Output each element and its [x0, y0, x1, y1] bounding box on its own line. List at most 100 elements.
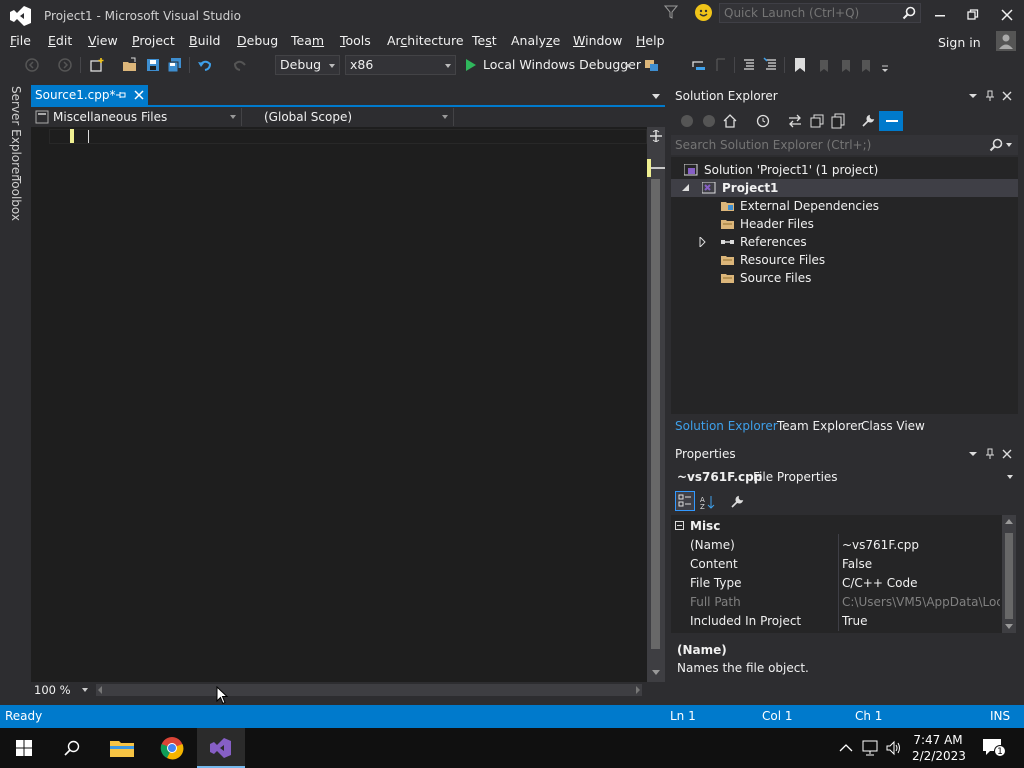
menu-analyze[interactable]: Analyze	[511, 33, 560, 48]
editor-vertical-scrollbar[interactable]	[647, 127, 665, 682]
system-clock[interactable]: 7:47 AM 2/2/2023	[912, 732, 966, 764]
property-pages-wrench-icon[interactable]	[729, 494, 745, 510]
pin-icon[interactable]	[115, 89, 127, 101]
close-panel-icon[interactable]	[1001, 448, 1013, 460]
navigate-forward-icon[interactable]	[57, 57, 73, 73]
uncomment-lines-icon[interactable]	[763, 57, 779, 73]
scroll-right-arrow-icon[interactable]	[636, 686, 640, 694]
project-select[interactable]: Miscellaneous Files	[31, 108, 242, 126]
taskbar-file-explorer[interactable]	[98, 728, 146, 768]
expanded-triangle-icon[interactable]	[682, 184, 690, 192]
back-icon[interactable]	[679, 113, 695, 129]
menu-team[interactable]: Team	[291, 33, 324, 48]
zoom-level[interactable]: 100 %	[34, 683, 71, 697]
tab-team-explorer[interactable]: Team Explorer	[777, 419, 863, 433]
menu-help[interactable]: Help	[636, 33, 665, 48]
properties-object-select[interactable]: ~vs761F.cpp File Properties	[671, 467, 1018, 487]
member-select[interactable]	[455, 108, 665, 126]
volume-icon[interactable]	[886, 740, 902, 756]
scroll-left-arrow-icon[interactable]	[98, 686, 102, 694]
clear-bookmarks-icon[interactable]	[857, 57, 873, 73]
pending-changes-filter-icon[interactable]	[755, 113, 771, 129]
menu-build[interactable]: Build	[189, 33, 220, 48]
solution-configuration-select[interactable]: Debug	[275, 55, 340, 75]
scrollbar-thumb[interactable]	[651, 179, 660, 649]
tree-item-source-files[interactable]: Source Files	[671, 269, 1018, 287]
new-project-icon[interactable]	[89, 57, 105, 73]
tree-item-resource-files[interactable]: Resource Files	[671, 251, 1018, 269]
property-value[interactable]: False	[842, 557, 1000, 571]
menu-project[interactable]: Project	[132, 33, 175, 48]
panel-menu-chevron-icon[interactable]	[967, 90, 979, 102]
restore-button[interactable]	[960, 4, 986, 24]
redo-icon[interactable]	[232, 57, 248, 73]
property-row-full-path[interactable]: Full Path C:\Users\VM5\AppData\Local	[671, 592, 1002, 611]
property-grid-divider[interactable]	[838, 534, 839, 631]
quick-launch-box[interactable]	[719, 3, 921, 23]
menu-debug[interactable]: Debug	[237, 33, 278, 48]
tree-item-solution[interactable]: Solution 'Project1' (1 project)	[671, 161, 1018, 179]
menu-architecture[interactable]: Architecture	[387, 33, 464, 48]
notifications-filter-icon[interactable]	[664, 5, 678, 19]
save-icon[interactable]	[145, 57, 161, 73]
taskbar-search-button[interactable]	[48, 728, 96, 768]
menu-file[interactable]: File	[10, 33, 31, 48]
show-all-files-icon[interactable]	[831, 113, 847, 129]
sync-with-document-icon[interactable]	[787, 113, 803, 129]
bookmark-icon[interactable]	[792, 57, 808, 73]
tree-item-references[interactable]: References	[671, 233, 1018, 251]
property-value[interactable]: ~vs761F.cpp	[842, 538, 1000, 552]
property-row-file-type[interactable]: File Type C/C++ Code	[671, 573, 1002, 592]
show-hidden-icons-chevron-icon[interactable]	[839, 743, 853, 752]
property-row-included-in-project[interactable]: Included In Project True	[671, 611, 1002, 630]
category-misc[interactable]: Misc	[671, 516, 1002, 535]
close-window-button[interactable]	[994, 4, 1020, 24]
attach-process-icon[interactable]	[644, 57, 660, 73]
toolbar-options-icon[interactable]	[877, 57, 893, 73]
taskbar-visual-studio[interactable]	[197, 728, 245, 768]
scope-select[interactable]: (Global Scope)	[243, 108, 454, 126]
property-row-content[interactable]: Content False	[671, 554, 1002, 573]
glyph-margin[interactable]	[31, 127, 49, 682]
menu-view[interactable]: View	[88, 33, 118, 48]
scroll-down-arrow-icon[interactable]	[1005, 624, 1013, 629]
chevron-down-icon[interactable]	[625, 64, 631, 68]
collapse-all-icon[interactable]	[809, 113, 825, 129]
account-icon[interactable]	[996, 31, 1016, 51]
solution-platform-select[interactable]: x86	[345, 55, 456, 75]
tab-class-view[interactable]: Class View	[861, 419, 925, 433]
scroll-up-arrow-icon[interactable]	[1005, 519, 1013, 524]
feedback-smiley-icon[interactable]	[695, 4, 712, 21]
scrollbar-thumb[interactable]	[1005, 533, 1013, 619]
step-out-icon[interactable]	[712, 57, 728, 73]
menu-edit[interactable]: Edit	[48, 33, 72, 48]
scroll-down-arrow-icon[interactable]	[652, 670, 660, 675]
code-editor[interactable]	[31, 127, 647, 682]
split-window-icon[interactable]	[650, 130, 662, 142]
action-center-button[interactable]: 1	[982, 738, 1006, 758]
close-panel-icon[interactable]	[1001, 90, 1013, 102]
property-value[interactable]: C/C++ Code	[842, 576, 1000, 590]
search-options-chevron-icon[interactable]	[1006, 143, 1012, 147]
collapse-category-icon[interactable]	[675, 521, 684, 530]
preview-selected-items-button[interactable]	[879, 111, 903, 131]
property-value[interactable]: True	[842, 614, 1000, 628]
comment-lines-icon[interactable]	[741, 57, 757, 73]
chevron-down-icon[interactable]	[1007, 475, 1013, 479]
open-file-icon[interactable]	[122, 57, 138, 73]
status-insert-mode[interactable]: INS	[990, 709, 1010, 723]
quick-launch-input[interactable]	[724, 5, 894, 21]
search-icon[interactable]	[902, 6, 916, 20]
menu-test[interactable]: Test	[472, 33, 497, 48]
undo-icon[interactable]	[197, 57, 213, 73]
close-tab-icon[interactable]	[132, 88, 146, 102]
auto-hide-pin-icon[interactable]	[984, 448, 996, 460]
tab-solution-explorer[interactable]: Solution Explorer	[675, 419, 778, 433]
network-icon[interactable]	[862, 740, 880, 756]
menu-window[interactable]: Window	[573, 33, 622, 48]
server-explorer-tab[interactable]: Server Explorer	[9, 86, 23, 179]
previous-bookmark-icon[interactable]	[815, 57, 831, 73]
start-button[interactable]	[0, 728, 48, 768]
zoom-chevron-down-icon[interactable]	[82, 688, 88, 692]
tree-item-external-dependencies[interactable]: External Dependencies	[671, 197, 1018, 215]
